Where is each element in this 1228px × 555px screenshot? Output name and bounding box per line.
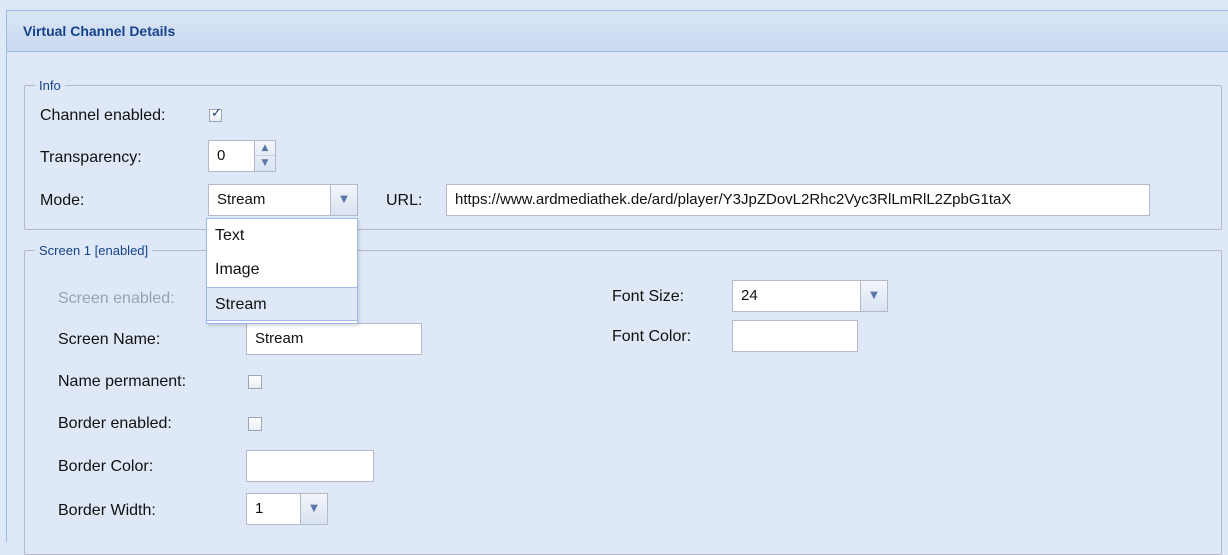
- font-size-value: 24: [741, 287, 758, 304]
- url-label: URL:: [386, 192, 423, 209]
- name-permanent-checkbox[interactable]: [248, 375, 262, 389]
- spin-up-icon[interactable]: ▲: [255, 141, 275, 156]
- name-permanent-label: Name permanent:: [58, 373, 187, 390]
- font-size-combobox[interactable]: 24 ▼: [732, 280, 888, 312]
- border-width-combobox[interactable]: 1 ▼: [246, 493, 328, 525]
- mode-option-text[interactable]: Text: [207, 219, 357, 253]
- border-color-input[interactable]: [246, 450, 374, 482]
- screen-name-label: Screen Name:: [58, 331, 161, 348]
- info-legend: Info: [39, 78, 61, 93]
- mode-value: Stream: [217, 191, 266, 208]
- mode-option-stream[interactable]: Stream: [207, 287, 357, 321]
- mode-combobox[interactable]: Stream ▼: [208, 184, 358, 216]
- screen-name-value: Stream: [255, 330, 304, 347]
- chevron-down-icon[interactable]: ▼: [860, 281, 887, 311]
- border-enabled-label: Border enabled:: [58, 415, 172, 432]
- channel-enabled-checkbox[interactable]: [209, 106, 222, 122]
- panel-title: Virtual Channel Details: [23, 23, 176, 39]
- font-color-label: Font Color:: [612, 328, 692, 345]
- channel-enabled-label: Channel enabled:: [40, 107, 166, 124]
- border-width-value: 1: [255, 500, 264, 517]
- url-input[interactable]: https://www.ardmediathek.de/ard/player/Y…: [446, 184, 1150, 216]
- transparency-label: Transparency:: [40, 149, 142, 166]
- spinner-arrows-icon[interactable]: ▲ ▼: [254, 141, 275, 171]
- mode-option-image[interactable]: Image: [207, 253, 357, 287]
- font-size-label: Font Size:: [612, 288, 685, 305]
- font-color-input[interactable]: [732, 320, 858, 352]
- border-enabled-checkbox[interactable]: [248, 417, 262, 431]
- chevron-down-icon[interactable]: ▼: [300, 494, 327, 524]
- screen-enabled-label: Screen enabled:: [58, 290, 175, 307]
- mode-label: Mode:: [40, 192, 85, 209]
- url-value: https://www.ardmediathek.de/ard/player/Y…: [455, 191, 1012, 208]
- chevron-down-icon[interactable]: ▼: [330, 185, 357, 215]
- panel-header: Virtual Channel Details: [7, 11, 1228, 52]
- transparency-spinner[interactable]: 0 ▲ ▼: [208, 140, 276, 172]
- border-width-label: Border Width:: [58, 502, 156, 519]
- mode-dropdown-list: Text Image Stream: [206, 218, 358, 324]
- spin-down-icon[interactable]: ▼: [255, 155, 275, 171]
- screen1-legend: Screen 1 [enabled]: [39, 243, 149, 258]
- screen-name-input[interactable]: Stream: [246, 323, 422, 355]
- border-color-label: Border Color:: [58, 458, 154, 475]
- transparency-value: 0: [217, 147, 226, 164]
